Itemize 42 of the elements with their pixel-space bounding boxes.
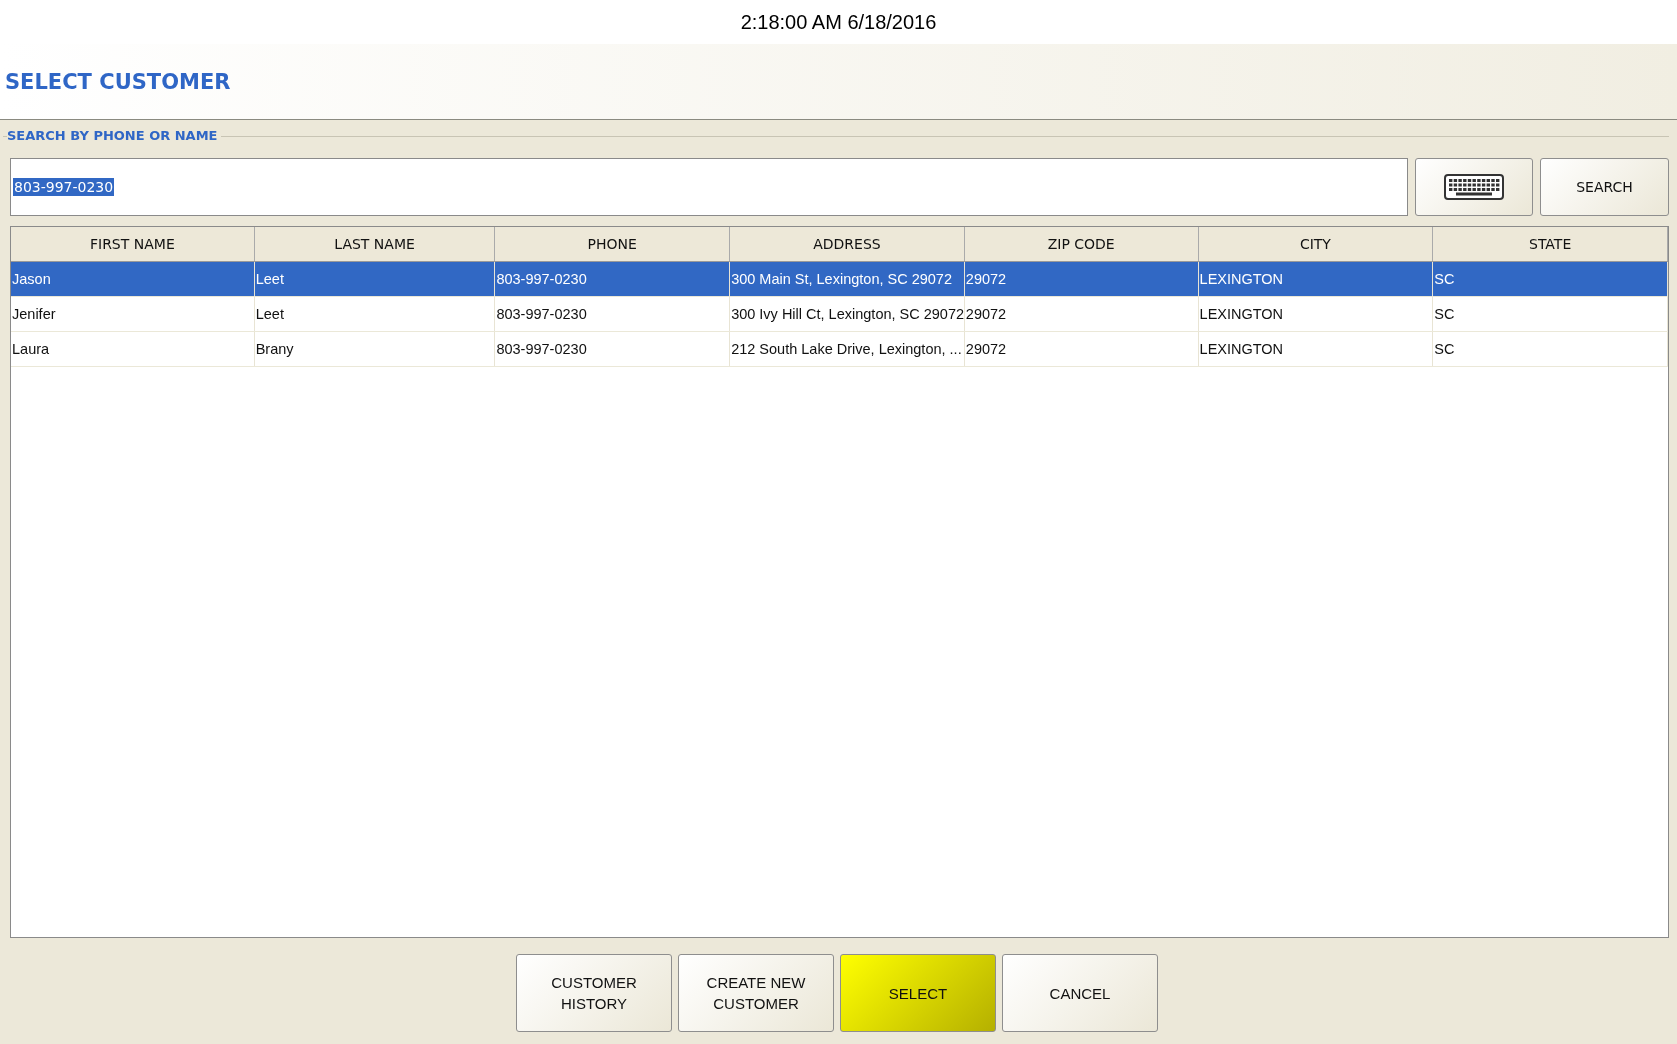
column-header[interactable]: PHONE: [495, 227, 731, 261]
action-button[interactable]: SELECT: [840, 954, 996, 1032]
column-header[interactable]: FIRST NAME: [11, 227, 255, 261]
action-button[interactable]: CREATE NEW CUSTOMER: [678, 954, 834, 1032]
table-cell: SC: [1433, 297, 1668, 331]
action-button[interactable]: CUSTOMER HISTORY: [516, 954, 672, 1032]
table-cell: 803-997-0230: [495, 262, 731, 296]
column-header[interactable]: ADDRESS: [730, 227, 965, 261]
table-cell: 803-997-0230: [495, 297, 731, 331]
clock-time: 2:18:00 AM 6/18/2016: [740, 10, 937, 34]
column-header[interactable]: LAST NAME: [254, 227, 496, 261]
table-cell: Leet: [254, 262, 496, 296]
table-row[interactable]: Jenifer Leet 803-997-0230 300 Ivy Hill Ct, Lexington, SC 2907229072 LEXINGTON SC: [11, 297, 1668, 332]
table-cell: 29072: [964, 332, 1199, 366]
table-cell: LEXINGTON: [1198, 332, 1434, 366]
table-cell: LEXINGTON: [1198, 297, 1434, 331]
search-button[interactable]: SEARCH: [1540, 158, 1669, 216]
table-cell: 803-997-0230: [495, 332, 731, 366]
table-row[interactable]: Jason Leet 803-997-0230 300 Main St, Lexington, SC 29072 29072 LEXINGTON SC: [11, 262, 1668, 297]
search-field[interactable]: 803-997-0230: [10, 158, 1408, 216]
table-cell: Brany: [254, 332, 496, 366]
column-header[interactable]: CITY: [1198, 227, 1434, 261]
table-cell: 212 South Lake Drive, Lexington, ...: [730, 332, 965, 366]
column-header[interactable]: ZIP CODE: [964, 227, 1199, 261]
table-cell: Leet: [254, 297, 496, 331]
keyboard-icon: [1444, 174, 1504, 200]
page-title: SELECT CUSTOMER: [5, 69, 231, 94]
table-row[interactable]: Laura Brany 803-997-0230 212 South Lake Drive, Lexington, ... 29072 LEXINGTON SC: [11, 332, 1668, 367]
table-cell: 300 Ivy Hill Ct, Lexington, SC 29072: [730, 297, 965, 331]
table-cell: 29072: [964, 297, 1199, 331]
table-cell: SC: [1433, 262, 1668, 296]
table-cell: Laura: [11, 332, 255, 366]
table-cell: SC: [1433, 332, 1668, 366]
action-button[interactable]: CANCEL: [1002, 954, 1158, 1032]
table-cell: 29072: [964, 262, 1199, 296]
group-label: SEARCH BY PHONE OR NAME: [7, 128, 221, 143]
table-cell: Jason: [11, 262, 255, 296]
column-header[interactable]: STATE: [1433, 227, 1668, 261]
table-cell: 300 Main St, Lexington, SC 29072: [730, 262, 965, 296]
table-cell: Jenifer: [11, 297, 255, 331]
table-cell: LEXINGTON: [1198, 262, 1434, 296]
keyboard-button[interactable]: [1415, 158, 1533, 216]
